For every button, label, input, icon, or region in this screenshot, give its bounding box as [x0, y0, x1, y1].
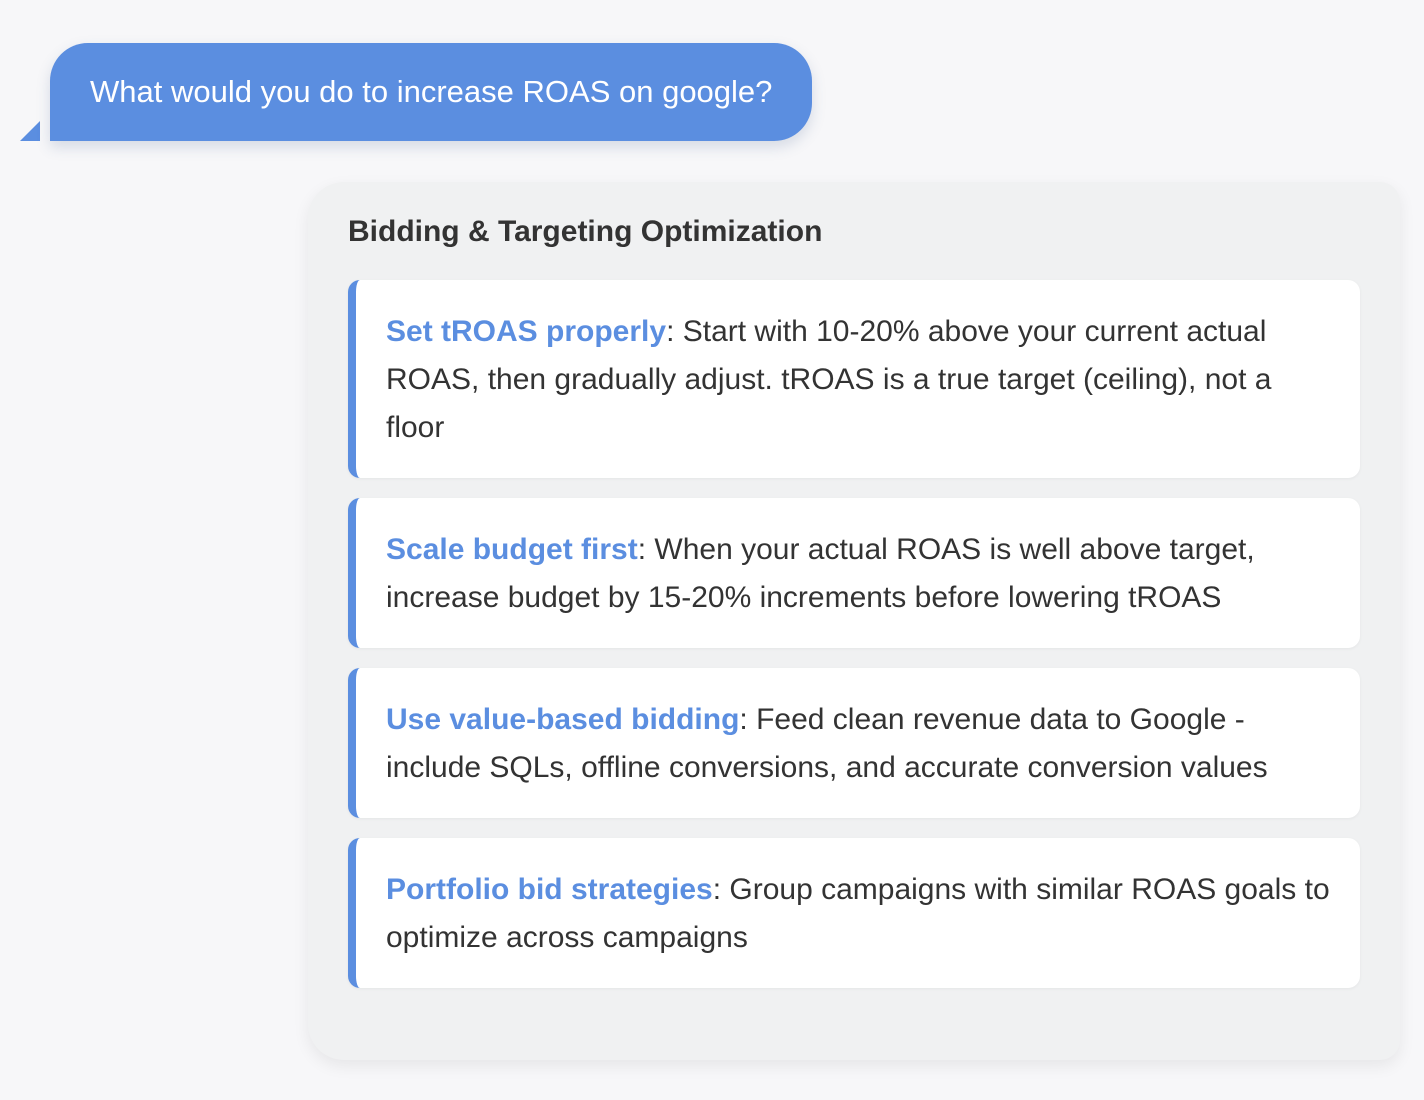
tip-item: Portfolio bid strategies: Group campaign…	[348, 838, 1360, 988]
bubble-tail	[20, 121, 40, 141]
tip-item: Use value-based bidding: Feed clean reve…	[348, 668, 1360, 818]
tip-title: Portfolio bid strategies	[386, 873, 713, 906]
user-message-text: What would you do to increase ROAS on go…	[90, 74, 773, 109]
tip-item: Set tROAS properly: Start with 10-20% ab…	[348, 280, 1360, 478]
tip-list: Set tROAS properly: Start with 10-20% ab…	[348, 280, 1360, 988]
chat-thread: What would you do to increase ROAS on go…	[0, 0, 1424, 1100]
tip-item: Scale budget first: When your actual ROA…	[348, 498, 1360, 648]
section-title: Bidding & Targeting Optimization	[348, 215, 823, 248]
tip-title: Use value-based bidding	[386, 703, 740, 736]
tip-title: Scale budget first	[386, 533, 638, 566]
user-message-bubble[interactable]: What would you do to increase ROAS on go…	[50, 43, 813, 141]
assistant-response-card: Bidding & Targeting Optimization Set tRO…	[308, 182, 1400, 1060]
tip-title: Set tROAS properly	[386, 315, 667, 348]
